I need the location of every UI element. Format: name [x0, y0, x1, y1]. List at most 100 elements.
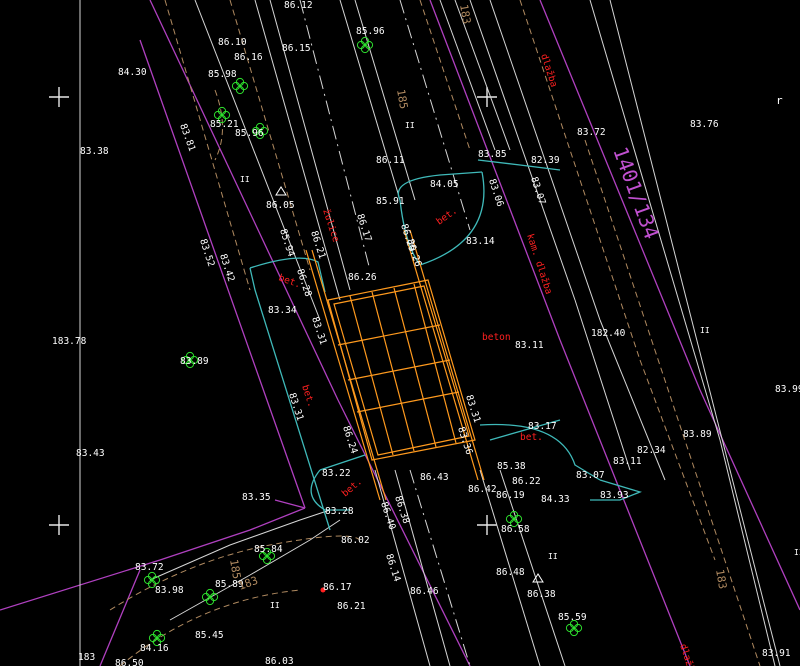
bridge-rib — [337, 324, 441, 346]
spot-height-label: 83.06 — [486, 178, 505, 209]
contour-label: 185 — [227, 558, 243, 580]
surface-label: bet. — [340, 476, 365, 499]
bridge-beam — [393, 287, 437, 448]
survey-triangle — [275, 186, 287, 196]
parcel-line — [274, 499, 306, 509]
spot-height-label: 85.38 — [497, 461, 526, 472]
cad-drawing: 86.12 86.10 86.15 85.96 86.16 84.30 85.98 85.21… — [0, 0, 800, 666]
contour-line — [584, 139, 761, 666]
spot-height-label: 86.10 — [218, 37, 247, 48]
spot-height-label: 84.33 — [541, 494, 570, 505]
spot-height-label: 83.07 — [576, 470, 605, 481]
spot-height-label: 86.05 — [266, 200, 295, 211]
tree-icon — [231, 77, 249, 95]
spot-height-label: 85.91 — [376, 196, 405, 207]
level-mark: II — [240, 175, 250, 184]
spot-height-label: 183.78 — [52, 336, 87, 347]
spot-height-label: 83.76 — [690, 119, 719, 130]
spot-height-label: 86.19 — [496, 490, 525, 501]
spot-height-label: 86.43 — [420, 472, 449, 483]
surface-label: dlažba — [538, 53, 559, 89]
level-mark: II — [794, 548, 800, 557]
spot-height-label: 83.99 — [775, 384, 800, 395]
contour-label: 185 — [394, 88, 410, 110]
grid-cross-4 — [477, 515, 497, 535]
surface-label: dlažba — [677, 643, 698, 666]
spot-height-label: 86.15 — [282, 43, 311, 54]
grid-cross-2 — [477, 87, 497, 107]
spot-height-label: 83.98 — [155, 585, 184, 596]
bridge-rib — [356, 391, 460, 413]
spot-height-label: 86.24 — [340, 425, 359, 456]
parcel-line — [0, 507, 306, 611]
spot-height-label: 83.07 — [528, 176, 547, 207]
grid-cross-3 — [49, 515, 69, 535]
spot-height-label: 86.21 — [337, 601, 366, 612]
spot-height-label: 86.26 — [348, 272, 377, 283]
spot-height-label: 83.31 — [309, 316, 328, 347]
surface-label: beton — [482, 332, 511, 343]
spot-height-label: 86.12 — [284, 0, 313, 11]
spot-height-label: 86.38 — [527, 589, 556, 600]
spot-height-label: 84.16 — [140, 643, 169, 654]
contour-label: 183 — [457, 3, 473, 25]
surface-label: bet. — [434, 205, 459, 227]
level-mark: II — [270, 601, 280, 610]
spot-height-label: 83.28 — [325, 506, 354, 517]
contour-line — [639, 359, 716, 561]
bridge-rib — [347, 359, 451, 381]
grid-cross-1 — [49, 87, 69, 107]
contour-label: 183 — [713, 568, 729, 590]
spot-height-label: 83.22 — [322, 468, 351, 479]
spot-height-label: 86.16 — [234, 52, 263, 63]
parcel-line — [99, 569, 141, 666]
spot-height-label: 85.45 — [195, 630, 224, 641]
spot-height-label: 83.72 — [135, 562, 164, 573]
spot-height-label: 83.35 — [242, 492, 271, 503]
road-edge — [609, 0, 781, 666]
surface-label: bet. — [520, 432, 543, 443]
spot-height-label: 86.46 — [410, 586, 439, 597]
spot-height-label: 183 — [78, 652, 95, 663]
spot-height-label: 83.85 — [478, 149, 507, 160]
spot-height-label: 83.52 — [197, 238, 216, 269]
spot-height-label: 83.81 — [177, 122, 197, 153]
spot-height-label: 82.39 — [531, 155, 560, 166]
spot-height-label: 86.11 — [376, 155, 405, 166]
parcel-number: 1401/134 — [608, 144, 663, 243]
road-edge — [719, 439, 776, 666]
spot-height-label: 86.22 — [512, 476, 541, 487]
spot-height-label: 182.40 — [591, 328, 626, 339]
spot-height-label: 83.14 — [466, 236, 495, 247]
corner-mark: r — [776, 94, 783, 107]
spot-height-label: 82.34 — [637, 445, 666, 456]
spot-height-label: 83.72 — [577, 127, 606, 138]
spot-height-label: 86.21 — [308, 230, 327, 261]
spot-height-label: 85.94 — [277, 228, 296, 259]
spot-height-label: 84.30 — [118, 67, 147, 78]
parcel-line — [429, 0, 561, 341]
spot-height-label: 86.58 — [501, 524, 530, 535]
cad-canvas: 86.1286.1086.1585.9686.1684.30 85.9885.21… — [0, 0, 800, 666]
spot-height-label: 86.48 — [496, 567, 525, 578]
spot-height-label: 85.98 — [208, 69, 237, 80]
tree-icon — [201, 588, 219, 606]
spot-height-label: 83.34 — [268, 305, 297, 316]
bridge-rail — [409, 229, 485, 481]
spot-height-label: 86.02 — [341, 535, 370, 546]
spot-height-label: 83.89 — [683, 429, 712, 440]
spot-height-label: 83.93 — [600, 490, 629, 501]
spot-height-label: 85.59 — [558, 612, 587, 623]
spot-height-label: 83.17 — [528, 421, 557, 432]
spot-height-label: 83.11 — [515, 340, 544, 351]
spot-height-label: 85.84 — [254, 544, 283, 555]
road-edge — [169, 519, 341, 621]
spot-height-label: 83.91 — [762, 648, 791, 659]
spot-height-label: 85.96 — [356, 26, 385, 37]
centerline — [399, 0, 471, 231]
spot-height-label: 86.17 — [323, 582, 352, 593]
level-mark: II — [405, 121, 415, 130]
spot-height-label: 85.96 — [235, 128, 264, 139]
spot-height-label: 86.17 — [354, 213, 373, 244]
level-mark: II — [700, 326, 710, 335]
